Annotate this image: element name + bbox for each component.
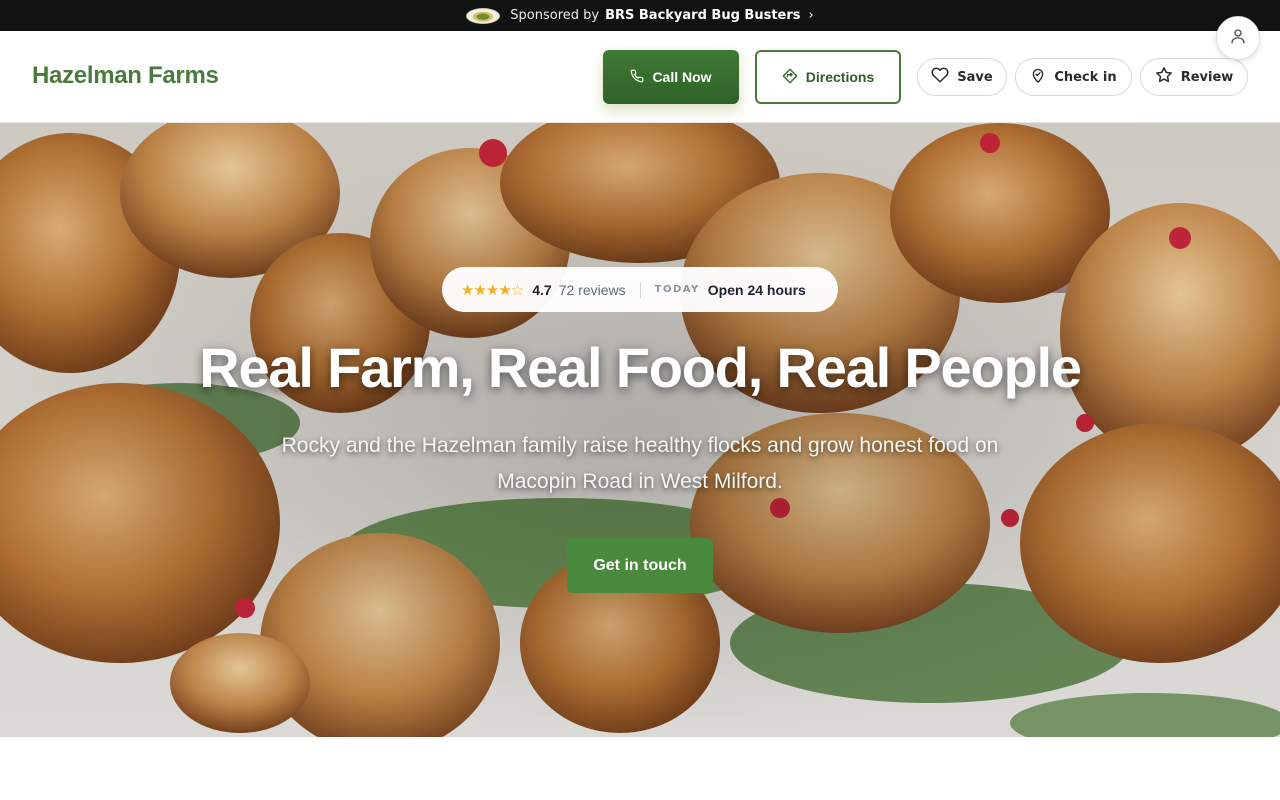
get-in-touch-button[interactable]: Get in touch xyxy=(567,538,713,593)
sponsor-logo xyxy=(466,7,501,24)
review-count-link[interactable]: 72 reviews xyxy=(559,282,626,298)
directions-icon xyxy=(782,68,798,87)
rating-stars: ★★★★☆ xyxy=(461,281,524,299)
phone-icon xyxy=(630,69,644,86)
user-icon xyxy=(1229,27,1247,50)
chevron-right-icon: › xyxy=(808,8,814,23)
check-in-button[interactable]: Check in xyxy=(1015,58,1132,96)
call-now-button[interactable]: Call Now xyxy=(603,50,739,104)
directions-label: Directions xyxy=(805,69,875,85)
save-button[interactable]: Save xyxy=(917,58,1007,96)
pill-divider xyxy=(639,281,641,298)
review-button[interactable]: Review xyxy=(1140,58,1248,96)
sponsor-prefix: Sponsored by xyxy=(510,8,600,23)
review-label: Review xyxy=(1180,69,1234,85)
hero-subtitle: Rocky and the Hazelman family raise heal… xyxy=(281,434,999,493)
call-now-label: Call Now xyxy=(652,69,712,85)
save-label: Save xyxy=(957,69,993,85)
sponsor-bar[interactable]: Sponsored by BRS Backyard Bug Busters › xyxy=(0,0,1280,31)
map-pin-icon xyxy=(1030,67,1046,88)
sponsor-name-link[interactable]: BRS Backyard Bug Busters xyxy=(605,8,800,23)
rating-value: 4.7 xyxy=(532,281,552,298)
heart-icon xyxy=(931,66,949,88)
hero-title: Real Farm, Real Food, Real People xyxy=(199,336,1082,399)
today-label: TODAY xyxy=(654,284,700,295)
site-header: Hazelman Farms Call Now Directions Save xyxy=(0,31,1280,123)
directions-button[interactable]: Directions xyxy=(755,50,901,104)
brand-name[interactable]: Hazelman Farms xyxy=(32,62,219,90)
check-in-label: Check in xyxy=(1054,69,1117,85)
rating-pill[interactable]: ★★★★☆ 4.7 72 reviews TODAY Open 24 hours xyxy=(442,267,838,312)
account-button[interactable] xyxy=(1216,16,1260,60)
star-icon xyxy=(1155,66,1173,88)
hours-status: Open 24 hours xyxy=(707,281,806,298)
hero-section: ★★★★☆ 4.7 72 reviews TODAY Open 24 hours… xyxy=(0,123,1280,737)
